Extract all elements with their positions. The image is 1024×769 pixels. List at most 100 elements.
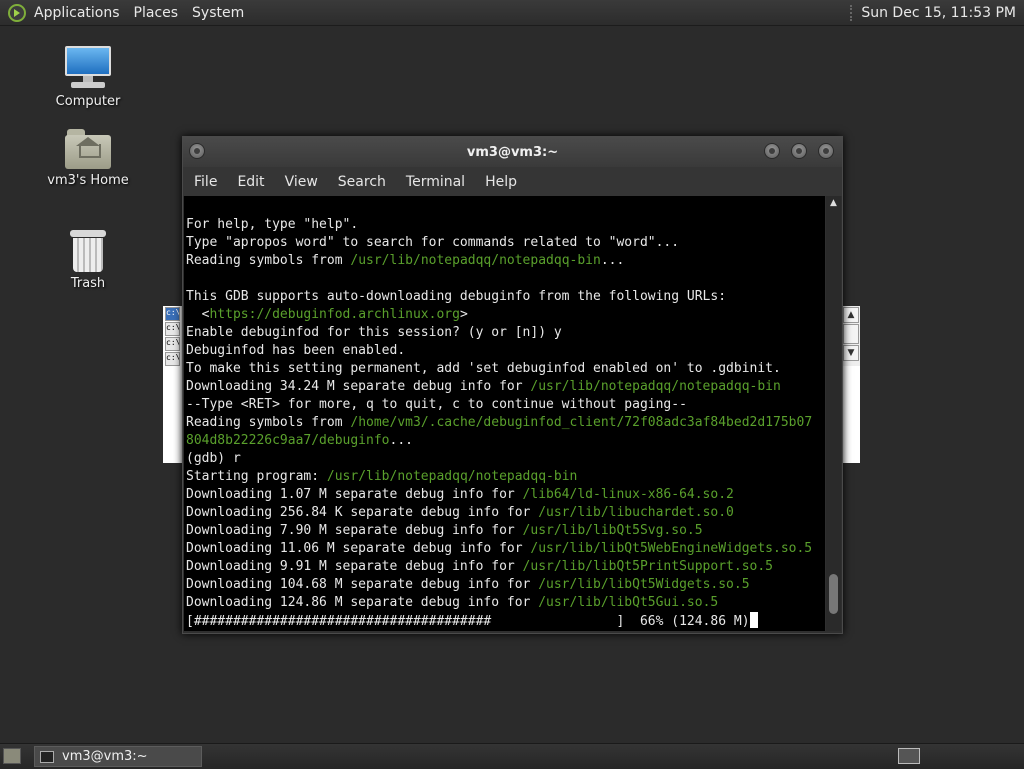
menu-edit[interactable]: Edit [237, 174, 264, 190]
desktop-icon-computer[interactable]: Computer [33, 46, 143, 109]
home-folder-icon [65, 129, 111, 169]
terminal-text: Starting program: [186, 469, 327, 484]
scroll-up-icon[interactable]: ▲ [843, 307, 859, 323]
terminal-text: --Type <RET> for more, q to quit, c to c… [186, 397, 687, 412]
terminal-line: Downloading 1.07 M separate debug info f… [186, 486, 812, 504]
places-menu[interactable]: Places [134, 5, 179, 21]
top-panel: Applications Places System Sun Dec 15, 1… [0, 0, 1024, 26]
terminal-line: This GDB supports auto-downloading debug… [186, 288, 812, 306]
terminal-icon [40, 750, 54, 763]
terminal-path-text: /usr/lib/libQt5WebEngineWidgets.so.5 [530, 541, 813, 556]
terminal-text: < [186, 307, 210, 322]
terminal-path-text: /usr/lib/libQt5PrintSupport.so.5 [522, 559, 773, 574]
terminal-line: Downloading 124.86 M separate debug info… [186, 594, 812, 612]
terminal-line: Enable debuginfod for this session? (y o… [186, 324, 812, 342]
terminal-line: [###################################### … [186, 612, 812, 631]
terminal-line: Downloading 34.24 M separate debug info … [186, 378, 812, 396]
terminal-path-text: /usr/lib/libQt5Svg.so.5 [522, 523, 703, 538]
menu-terminal[interactable]: Terminal [406, 174, 465, 190]
terminal-path-text: /home/vm3/.cache/debuginfod_client/72f08… [350, 415, 813, 430]
bottom-panel: vm3@vm3:~ [0, 743, 1024, 769]
terminal-path-text: 804d8b22226c9aa7/debuginfo [186, 433, 390, 448]
terminal-path-text: https://debuginfod.archlinux.org [209, 307, 460, 322]
terminal-text: Enable debuginfod for this session? (y o… [186, 325, 562, 340]
terminal-scrollbar[interactable]: ▲ [826, 196, 841, 631]
background-window-scrollbar[interactable]: ▲ ▼ [841, 306, 860, 366]
desktop-icon-label: vm3's Home [47, 173, 129, 188]
terminal-text: Downloading 34.24 M separate debug info … [186, 379, 531, 394]
menu-help[interactable]: Help [485, 174, 517, 190]
computer-icon [63, 46, 113, 90]
terminal-line: --Type <RET> for more, q to quit, c to c… [186, 396, 812, 414]
terminal-path-text: /usr/lib/libuchardet.so.0 [538, 505, 734, 520]
clock[interactable]: Sun Dec 15, 11:53 PM [861, 5, 1016, 21]
terminal-line: Debuginfod has been enabled. [186, 342, 812, 360]
terminal-line: Downloading 104.68 M separate debug info… [186, 576, 812, 594]
terminal-window[interactable]: vm3@vm3:~ File Edit View Search Terminal… [182, 136, 843, 634]
command-prompt-item[interactable]: c:\ [165, 307, 180, 321]
terminal-cursor [749, 612, 758, 628]
menu-view[interactable]: View [285, 174, 318, 190]
terminal-line: Reading symbols from /usr/lib/notepadqq/… [186, 252, 812, 270]
terminal-path-text: /lib64/ld-linux-x86-64.so.2 [522, 487, 734, 502]
terminal-text: Downloading 11.06 M separate debug info … [186, 541, 531, 556]
window-menu-icon[interactable] [189, 143, 205, 159]
applications-menu[interactable]: Applications [34, 5, 120, 21]
terminal-line: Starting program: /usr/lib/notepadqq/not… [186, 468, 812, 486]
terminal-text: Reading symbols from [186, 415, 351, 430]
taskbar-item-label: vm3@vm3:~ [62, 749, 148, 764]
minimize-button[interactable] [764, 143, 780, 159]
command-prompt-item[interactable]: c:\ [165, 337, 180, 351]
menu-file[interactable]: File [194, 174, 217, 190]
scroll-thumb[interactable] [843, 324, 859, 344]
terminal-text: Downloading 9.91 M separate debug info f… [186, 559, 523, 574]
terminal-line: <https://debuginfod.archlinux.org> [186, 306, 812, 324]
desktop-icon-label: Computer [55, 94, 121, 109]
terminal-line: Type "apropos word" to search for comman… [186, 234, 812, 252]
desktop-icon-home[interactable]: vm3's Home [33, 129, 143, 188]
panel-separator [850, 4, 853, 21]
terminal-line: Downloading 256.84 K separate debug info… [186, 504, 812, 522]
scroll-thumb[interactable] [829, 574, 838, 614]
terminal-text: Type "apropos word" to search for comman… [186, 235, 680, 250]
terminal-text: Downloading 7.90 M separate debug info f… [186, 523, 523, 538]
terminal-line: 804d8b22226c9aa7/debuginfo... [186, 432, 812, 450]
scroll-down-icon[interactable]: ▼ [843, 345, 859, 361]
terminal-text: Downloading 124.86 M separate debug info… [186, 595, 539, 610]
terminal-path-text: /usr/lib/libQt5Gui.so.5 [538, 595, 719, 610]
terminal-line [186, 270, 812, 288]
close-button[interactable] [818, 143, 834, 159]
terminal-menubar: File Edit View Search Terminal Help [183, 167, 842, 196]
command-prompt-item[interactable]: c:\ [165, 352, 180, 366]
terminal-path-text: /usr/lib/notepadqq/notepadqq-bin [326, 469, 578, 484]
window-titlebar[interactable]: vm3@vm3:~ [183, 137, 842, 167]
terminal-text: Reading symbols from [186, 253, 351, 268]
terminal-output[interactable]: For help, type "help". Type "apropos word… [184, 196, 825, 631]
command-prompt-item[interactable]: c:\ [165, 322, 180, 336]
distro-logo-icon[interactable] [8, 3, 26, 22]
system-menu[interactable]: System [192, 5, 244, 21]
show-desktop-icon[interactable] [3, 748, 21, 764]
terminal-text: > [459, 307, 468, 322]
command-prompt-list: c:\ c:\ c:\ c:\ [163, 306, 181, 367]
terminal-text: (gdb) r [186, 451, 241, 466]
desktop-icon-trash[interactable]: Trash [33, 230, 143, 291]
terminal-text: For help, type "help". [186, 217, 359, 232]
terminal-line: To make this setting permanent, add 'set… [186, 360, 812, 378]
terminal-line: Downloading 7.90 M separate debug info f… [186, 522, 812, 540]
terminal-text: Downloading 1.07 M separate debug info f… [186, 487, 523, 502]
terminal-line: Downloading 9.91 M separate debug info f… [186, 558, 812, 576]
terminal-path-text: /usr/lib/libQt5Widgets.so.5 [538, 577, 750, 592]
terminal-path-text: /usr/lib/notepadqq/notepadqq-bin [350, 253, 601, 268]
terminal-path-text: /usr/lib/notepadqq/notepadqq-bin [530, 379, 781, 394]
menu-search[interactable]: Search [338, 174, 386, 190]
desktop-icon-label: Trash [70, 276, 106, 291]
scroll-up-icon[interactable]: ▲ [826, 196, 841, 210]
terminal-text: To make this setting permanent, add 'set… [186, 361, 781, 376]
terminal-line: Reading symbols from /home/vm3/.cache/de… [186, 414, 812, 432]
workspace-switcher-icon[interactable] [898, 748, 920, 764]
trash-icon [70, 230, 106, 272]
taskbar-item-terminal[interactable]: vm3@vm3:~ [34, 746, 202, 767]
maximize-button[interactable] [791, 143, 807, 159]
terminal-lines: For help, type "help". Type "apropos word… [186, 216, 812, 631]
